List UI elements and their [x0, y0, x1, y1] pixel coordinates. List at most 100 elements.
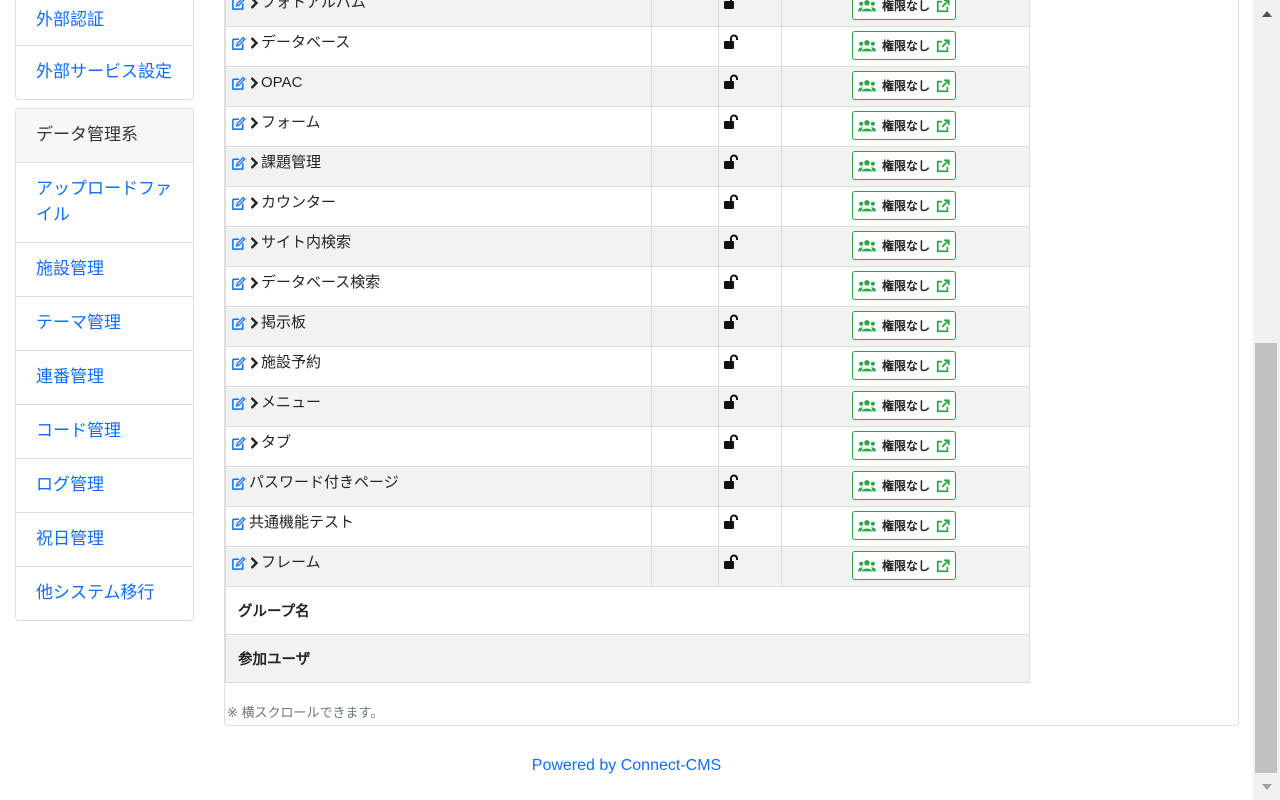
table-row: 施設予約 権限なし	[225, 346, 1030, 387]
lock-cell	[718, 226, 782, 267]
scroll-down-arrow-icon[interactable]	[1253, 773, 1280, 800]
table-row: 掲示板 権限なし	[225, 306, 1030, 347]
edit-icon[interactable]	[231, 36, 246, 51]
permission-button-label: 権限なし	[881, 279, 930, 293]
table-row: データベース検索 権限なし	[225, 266, 1030, 307]
sidebar-item-theme-management[interactable]: テーマ管理	[16, 296, 193, 350]
lock-cell	[718, 0, 782, 27]
edit-icon[interactable]	[231, 316, 246, 331]
edit-icon[interactable]	[231, 236, 246, 251]
main-panel: フォトアルバム 権限なし データベース 権限なし OPAC 権限なし フォーム 権限なし 課題管…	[224, 0, 1239, 726]
plugin-name: サイト内検索	[261, 234, 352, 251]
edit-icon[interactable]	[231, 436, 246, 451]
sidebar-item-external-auth[interactable]: 外部認証	[16, 0, 193, 45]
sidebar-group-external: 外部認証 外部サービス設定	[15, 0, 194, 100]
edit-icon[interactable]	[231, 356, 246, 371]
permission-cell: 権限なし	[781, 146, 1030, 187]
sidebar-item-facility-management[interactable]: 施設管理	[16, 242, 193, 296]
lock-cell	[718, 306, 782, 347]
sidebar-item-code-management[interactable]: コード管理	[16, 404, 193, 458]
sidebar-item-system-migration[interactable]: 他システム移行	[16, 566, 193, 620]
permission-button[interactable]: 権限なし	[852, 191, 956, 220]
sidebar-item-external-service-settings[interactable]: 外部サービス設定	[16, 45, 193, 99]
users-icon	[857, 319, 876, 332]
lock-cell	[718, 186, 782, 227]
table-row: パスワード付きページ 権限なし	[225, 466, 1030, 507]
permission-button[interactable]: 権限なし	[852, 511, 956, 540]
admin-sidebar: 外部認証 外部サービス設定 データ管理系 アップロードファイル 施設管理 テーマ…	[15, 0, 194, 629]
permission-cell: 権限なし	[781, 266, 1030, 307]
edit-icon[interactable]	[231, 156, 246, 171]
users-icon	[857, 559, 876, 572]
permission-button[interactable]: 権限なし	[852, 471, 956, 500]
powered-by-link[interactable]: Powered by Connect-CMS	[0, 757, 1253, 775]
empty-cell	[651, 506, 719, 547]
permission-button-label: 権限なし	[881, 79, 930, 93]
edit-icon[interactable]	[231, 116, 246, 131]
edit-icon[interactable]	[231, 196, 246, 211]
permission-button[interactable]: 権限なし	[852, 311, 956, 340]
permission-button[interactable]: 権限なし	[852, 351, 956, 380]
plugin-name-cell: 共通機能テスト	[225, 506, 652, 547]
scroll-up-arrow-icon[interactable]	[1253, 0, 1280, 27]
edit-icon[interactable]	[231, 396, 246, 411]
plugin-name-cell: データベース検索	[225, 266, 652, 307]
members-label: 参加ユーザ	[225, 634, 1030, 683]
external-link-icon	[936, 118, 950, 133]
plugin-name-cell: フレーム	[225, 546, 652, 587]
edit-icon[interactable]	[231, 516, 246, 531]
external-link-icon	[936, 198, 950, 213]
unlock-icon	[723, 274, 739, 290]
plugin-name-cell: タブ	[225, 426, 652, 467]
permission-button[interactable]: 権限なし	[852, 431, 956, 460]
permission-button-label: 権限なし	[881, 39, 930, 53]
edit-icon[interactable]	[231, 556, 246, 571]
table-row: データベース 権限なし	[225, 26, 1030, 67]
plugin-name: データベース	[261, 34, 351, 51]
unlock-icon	[723, 314, 739, 330]
scroll-note: ※ 横スクロールできます。	[227, 705, 384, 720]
permission-button-label: 権限なし	[881, 399, 930, 413]
permission-button[interactable]: 権限なし	[852, 151, 956, 180]
permission-button[interactable]: 権限なし	[852, 0, 956, 20]
external-link-icon	[936, 398, 950, 413]
permission-button[interactable]: 権限なし	[852, 271, 956, 300]
permission-cell: 権限なし	[781, 466, 1030, 507]
plugin-name: メニュー	[261, 394, 322, 411]
permission-button[interactable]: 権限なし	[852, 71, 956, 100]
sidebar-item-log-management[interactable]: ログ管理	[16, 458, 193, 512]
vertical-scrollbar[interactable]	[1253, 0, 1280, 800]
empty-cell	[651, 466, 719, 507]
permission-cell: 権限なし	[781, 0, 1030, 27]
chevron-right-icon	[249, 36, 259, 50]
sidebar-group-data-management: データ管理系 アップロードファイル 施設管理 テーマ管理 連番管理 コード管理 …	[15, 108, 194, 621]
permission-button[interactable]: 権限なし	[852, 391, 956, 420]
external-link-icon	[936, 438, 950, 453]
sidebar-item-serial-number-management[interactable]: 連番管理	[16, 350, 193, 404]
sidebar-item-upload-files[interactable]: アップロードファイル	[16, 162, 193, 242]
permission-button-label: 権限なし	[881, 319, 930, 333]
permission-button[interactable]: 権限なし	[852, 231, 956, 260]
permission-button-label: 権限なし	[881, 199, 930, 213]
users-icon	[857, 359, 876, 372]
plugin-name: フォーム	[261, 114, 321, 131]
permission-button[interactable]: 権限なし	[852, 31, 956, 60]
permission-button[interactable]: 権限なし	[852, 111, 956, 140]
edit-icon[interactable]	[231, 476, 246, 491]
scrollbar-thumb[interactable]	[1255, 343, 1277, 773]
permission-button-label: 権限なし	[881, 359, 930, 373]
group-name-label: グループ名	[225, 586, 1030, 635]
edit-icon[interactable]	[231, 76, 246, 91]
unlock-icon	[723, 194, 739, 210]
users-icon	[857, 159, 876, 172]
permission-button[interactable]: 権限なし	[852, 551, 956, 580]
plugin-name: 掲示板	[261, 314, 307, 331]
edit-icon[interactable]	[231, 276, 246, 291]
lock-cell	[718, 106, 782, 147]
empty-cell	[651, 266, 719, 307]
unlock-icon	[723, 234, 739, 250]
edit-icon[interactable]	[231, 0, 246, 11]
sidebar-item-holiday-management[interactable]: 祝日管理	[16, 512, 193, 566]
permission-button-label: 権限なし	[881, 239, 930, 253]
table-row: メニュー 権限なし	[225, 386, 1030, 427]
